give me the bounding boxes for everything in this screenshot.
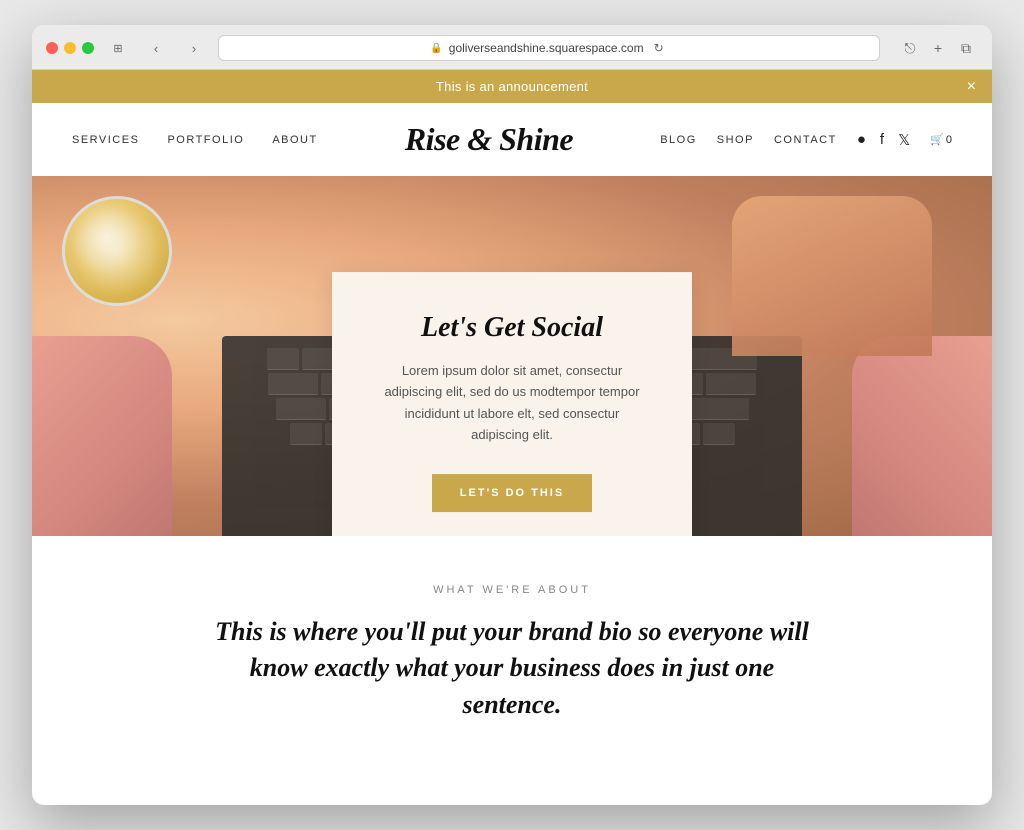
nav-link-portfolio[interactable]: PORTFOLIO [167,134,244,146]
about-section: WHAT WE'RE ABOUT This is where you'll pu… [32,536,992,763]
maximize-traffic-light[interactable] [82,42,94,54]
window-toggle-button[interactable]: ⊞ [104,37,132,59]
back-button[interactable]: ‹ [142,37,170,59]
hand-image [732,196,932,356]
hero-section: Let's Get Social Lorem ipsum dolor sit a… [32,176,992,536]
announcement-close-button[interactable]: × [967,79,976,95]
tabs-button[interactable]: ⧉ [954,37,978,59]
url-text: goliverseandshine.squarespace.com [449,41,644,55]
traffic-lights [46,42,94,54]
site-logo[interactable]: Rise & Shine [405,121,573,158]
close-traffic-light[interactable] [46,42,58,54]
about-label: WHAT WE'RE ABOUT [72,584,952,596]
nav-right: BLOG SHOP CONTACT ● f 𝕏 🛒 0 [660,131,952,149]
cart-icon[interactable]: 🛒 0 [930,133,952,146]
cart-symbol: 🛒 [930,133,944,146]
fabric-decoration-left [32,336,172,536]
new-tab-button[interactable]: + [926,37,950,59]
key [268,373,318,395]
about-headline: This is where you'll put your brand bio … [212,614,812,723]
cart-count: 0 [946,134,952,146]
announcement-text: This is an announcement [436,79,588,94]
minimize-traffic-light[interactable] [64,42,76,54]
social-card: Let's Get Social Lorem ipsum dolor sit a… [332,272,692,536]
nav-link-contact[interactable]: CONTACT [774,134,837,146]
social-card-title: Let's Get Social [382,312,642,344]
browser-actions: ⎋ + ⧉ [898,37,978,59]
address-bar[interactable]: 🔒 goliverseandshine.squarespace.com ↻ [218,35,880,61]
instagram-icon[interactable]: ● [857,131,866,148]
coffee-cup [62,196,172,306]
nav-link-blog[interactable]: BLOG [660,134,697,146]
page-content: This is an announcement × SERVICES PORTF… [32,70,992,763]
key [267,348,299,370]
share-button[interactable]: ⎋ [898,37,922,59]
nav: SERVICES PORTFOLIO ABOUT Rise & Shine BL… [32,103,992,176]
facebook-icon[interactable]: f [880,131,884,148]
key [290,423,322,445]
nav-left: SERVICES PORTFOLIO ABOUT [72,134,318,146]
refresh-button[interactable]: ↻ [650,41,668,55]
fabric-decoration-right [852,336,992,536]
latte-art [65,199,169,303]
twitter-icon[interactable]: 𝕏 [898,131,910,149]
social-card-body: Lorem ipsum dolor sit amet, consectur ad… [382,360,642,446]
lock-icon: 🔒 [430,43,442,54]
nav-social: ● f 𝕏 [857,131,910,149]
nav-link-shop[interactable]: SHOP [717,134,754,146]
nav-link-services[interactable]: SERVICES [72,134,139,146]
key [302,348,334,370]
announcement-bar: This is an announcement × [32,70,992,103]
key [276,398,326,420]
browser-chrome: ⊞ ‹ › 🔒 goliverseandshine.squarespace.co… [32,25,992,70]
social-card-button[interactable]: LET'S DO THIS [432,474,592,512]
key [706,373,756,395]
forward-button[interactable]: › [180,37,208,59]
nav-link-about[interactable]: ABOUT [272,134,317,146]
key [703,423,735,445]
browser-window: ⊞ ‹ › 🔒 goliverseandshine.squarespace.co… [32,25,992,805]
